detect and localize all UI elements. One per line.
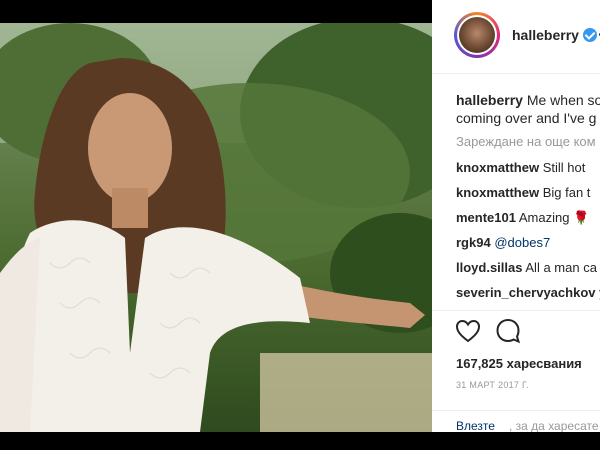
post-photo-illustration [0,23,432,432]
post-header: halleberry [432,0,600,74]
heart-outline-icon[interactable] [454,317,482,345]
comment-username[interactable]: rgk94 [456,235,491,250]
post-photo[interactable] [0,23,432,432]
like-count[interactable]: 167,825 харесвания [456,356,582,371]
login-prompt-text: , за да харесате [509,419,599,432]
post-side-panel: halleberry halleberry Me when so coming … [432,0,600,432]
comment-item: knoxmatthew Still hot [456,159,585,177]
avatar-ring [457,15,497,55]
comment-text: Amazing 🌹 [518,210,590,225]
comment-item: severin_chervyachkov y [456,284,600,302]
comment-item: lloyd.sillas All a man ca [456,259,597,277]
comment-text: All a man ca [525,260,597,275]
post-caption: halleberry Me when so coming over and I'… [456,91,600,127]
comment-item: rgk94 @dobes7 [456,234,550,252]
bottom-strip [0,432,600,450]
comment-item: knoxmatthew Big fan t [456,184,590,202]
speech-bubble-icon[interactable] [494,317,522,345]
avatar-photo [459,17,495,53]
caption-username[interactable]: halleberry [456,92,523,108]
comment-username[interactable]: lloyd.sillas [456,260,522,275]
comment-username[interactable]: knoxmatthew [456,160,539,175]
comment-username[interactable]: knoxmatthew [456,185,539,200]
login-link[interactable]: Влезте [456,419,495,432]
caption-text: Me when so [526,92,600,108]
post-date: 31 МАРТ 2017 Г. [456,380,529,390]
avatar[interactable] [454,12,500,58]
load-more-comments-button[interactable]: Зареждане на още ком [456,134,596,149]
comment-text: Big fan t [542,185,591,200]
speech-bubble-icon-svg [496,318,521,344]
heart-outline-icon-svg [455,319,481,343]
post-actions-bar [432,310,600,351]
login-bar: Влезте , за да харесате [432,410,600,432]
comment-text: Still hot [542,160,586,175]
comment-item: mente101 Amazing 🌹 [456,209,589,227]
comment-mention[interactable]: @dobes7 [494,235,550,250]
comment-username[interactable]: mente101 [456,210,516,225]
verified-badge-icon [583,28,597,42]
instagram-post-view: halleberry halleberry Me when so coming … [0,0,600,450]
author-username[interactable]: halleberry [512,27,579,43]
caption-text-line2: coming over and I've g [456,110,597,126]
comment-username[interactable]: severin_chervyachkov [456,285,595,300]
